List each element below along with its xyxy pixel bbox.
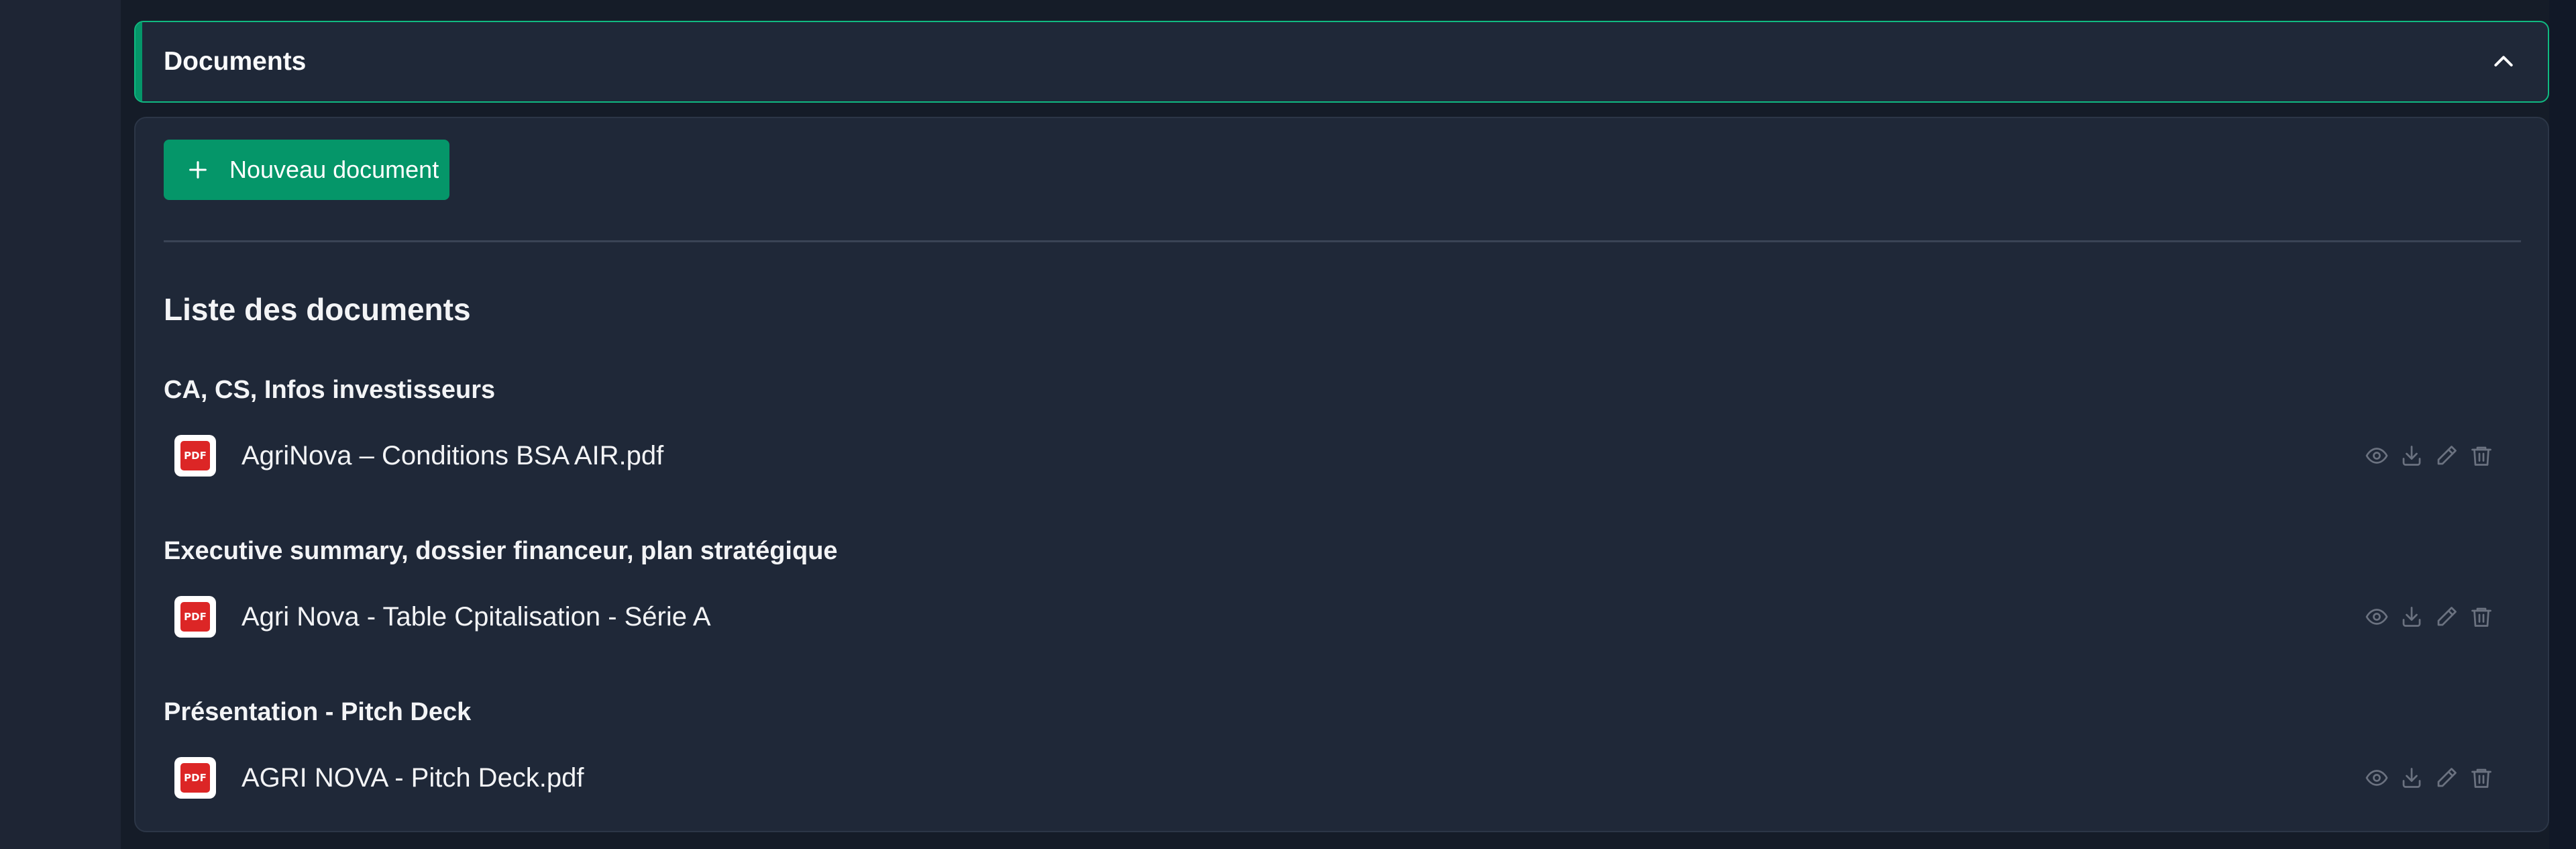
plus-icon xyxy=(186,158,209,181)
document-row: PDF Agri Nova - Table Cpitalisation - Sé… xyxy=(174,593,2522,640)
pdf-icon-label: PDF xyxy=(180,441,210,470)
chevron-up-icon[interactable] xyxy=(2489,47,2518,77)
category-title: CA, CS, Infos investisseurs xyxy=(164,376,496,404)
trash-icon[interactable] xyxy=(2469,443,2494,468)
left-sidebar xyxy=(0,0,121,849)
pdf-icon-label: PDF xyxy=(180,602,210,632)
document-actions xyxy=(2364,754,2494,801)
pdf-icon: PDF xyxy=(174,757,216,799)
pdf-icon: PDF xyxy=(174,596,216,638)
divider xyxy=(164,240,2521,242)
document-actions xyxy=(2364,432,2494,479)
eye-icon[interactable] xyxy=(2364,765,2390,791)
trash-icon[interactable] xyxy=(2469,604,2494,630)
new-document-label: Nouveau document xyxy=(229,156,439,183)
category-title: Présentation - Pitch Deck xyxy=(164,698,472,726)
section-title: Documents xyxy=(164,47,307,76)
document-row: PDF AGRI NOVA - Pitch Deck.pdf xyxy=(174,754,2522,801)
download-icon[interactable] xyxy=(2399,443,2424,468)
pdf-icon: PDF xyxy=(174,435,216,477)
download-icon[interactable] xyxy=(2399,765,2424,791)
new-document-button[interactable]: Nouveau document xyxy=(164,140,449,200)
documents-section-header[interactable]: Documents xyxy=(134,21,2549,103)
eye-icon[interactable] xyxy=(2364,443,2390,468)
download-icon[interactable] xyxy=(2399,604,2424,630)
pencil-icon[interactable] xyxy=(2434,604,2459,630)
document-actions xyxy=(2364,593,2494,640)
eye-icon[interactable] xyxy=(2364,604,2390,630)
pencil-icon[interactable] xyxy=(2434,443,2459,468)
documents-panel: Nouveau document Liste des documents CA,… xyxy=(134,117,2549,832)
document-row: PDF AgriNova – Conditions BSA AIR.pdf xyxy=(174,432,2522,479)
document-list-title: Liste des documents xyxy=(164,292,471,327)
trash-icon[interactable] xyxy=(2469,765,2494,791)
pencil-icon[interactable] xyxy=(2434,765,2459,791)
right-edge xyxy=(2549,0,2576,849)
document-name[interactable]: AgriNova – Conditions BSA AIR.pdf xyxy=(241,441,663,471)
category-title: Executive summary, dossier financeur, pl… xyxy=(164,537,838,565)
document-name[interactable]: Agri Nova - Table Cpitalisation - Série … xyxy=(241,602,711,632)
pdf-icon-label: PDF xyxy=(180,763,210,793)
document-name[interactable]: AGRI NOVA - Pitch Deck.pdf xyxy=(241,763,584,793)
